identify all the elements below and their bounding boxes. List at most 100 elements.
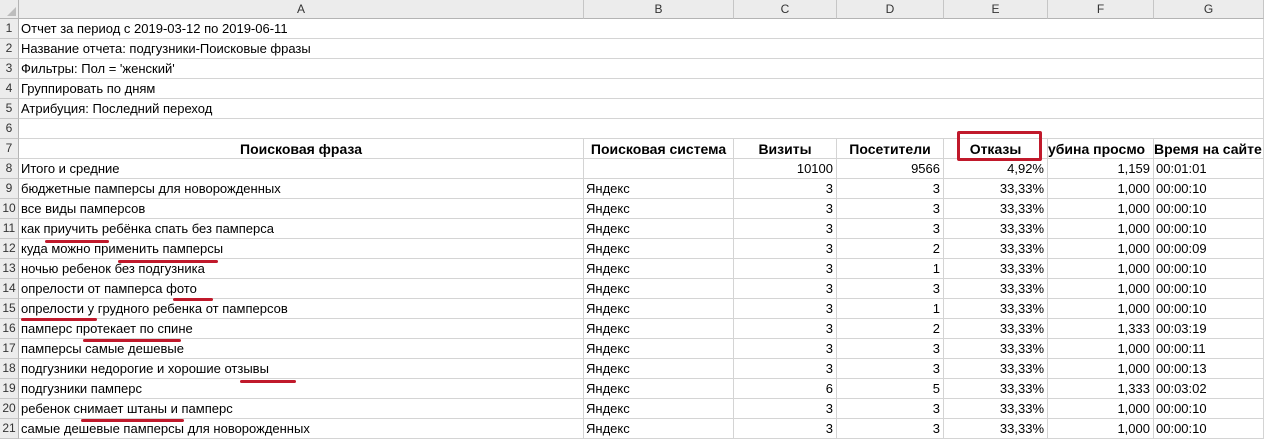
header-depth[interactable]: убина просмо <box>1048 139 1154 159</box>
column-header-e[interactable]: E <box>944 0 1048 19</box>
depth-cell[interactable]: 1,000 <box>1048 239 1154 259</box>
row-header[interactable]: 18 <box>0 359 19 379</box>
time-cell[interactable]: 00:00:10 <box>1154 219 1264 239</box>
report-info-cell[interactable] <box>19 119 1264 139</box>
visitors-cell[interactable]: 3 <box>837 399 944 419</box>
bounce-cell[interactable]: 33,33% <box>944 259 1048 279</box>
phrase-cell[interactable]: памперс протекает по спине <box>19 319 584 339</box>
phrase-cell[interactable]: опрелости у грудного ребенка от памперсо… <box>19 299 584 319</box>
phrase-cell[interactable]: памперсы самые дешевые <box>19 339 584 359</box>
engine-cell[interactable]: Яндекс <box>584 319 734 339</box>
phrase-cell[interactable]: самые дешевые памперсы для новорожденных <box>19 419 584 439</box>
depth-cell[interactable]: 1,333 <box>1048 319 1154 339</box>
row-header[interactable]: 2 <box>0 39 19 59</box>
row-header[interactable]: 21 <box>0 419 19 439</box>
row-header[interactable]: 6 <box>0 119 19 139</box>
phrase-cell[interactable]: все виды памперсов <box>19 199 584 219</box>
depth-cell[interactable]: 1,000 <box>1048 339 1154 359</box>
time-cell[interactable]: 00:00:10 <box>1154 299 1264 319</box>
bounce-cell[interactable]: 33,33% <box>944 359 1048 379</box>
visits-cell[interactable]: 3 <box>734 359 837 379</box>
engine-cell[interactable]: Яндекс <box>584 339 734 359</box>
time-cell[interactable]: 00:00:10 <box>1154 179 1264 199</box>
engine-cell[interactable]: Яндекс <box>584 379 734 399</box>
phrase-cell[interactable]: как приучить ребёнка спать без памперса <box>19 219 584 239</box>
bounce-cell[interactable]: 33,33% <box>944 379 1048 399</box>
report-info-cell[interactable]: Название отчета: подгузники-Поисковые фр… <box>19 39 1264 59</box>
column-header-d[interactable]: D <box>837 0 944 19</box>
time-cell[interactable]: 00:03:19 <box>1154 319 1264 339</box>
row-header[interactable]: 13 <box>0 259 19 279</box>
header-visitors[interactable]: Посетители <box>837 139 944 159</box>
bounce-cell[interactable]: 4,92% <box>944 159 1048 179</box>
visits-cell[interactable]: 3 <box>734 399 837 419</box>
visitors-cell[interactable]: 1 <box>837 299 944 319</box>
depth-cell[interactable]: 1,159 <box>1048 159 1154 179</box>
phrase-cell[interactable]: подгузники недорогие и хорошие отзывы <box>19 359 584 379</box>
row-header[interactable]: 4 <box>0 79 19 99</box>
row-header[interactable]: 3 <box>0 59 19 79</box>
depth-cell[interactable]: 1,000 <box>1048 199 1154 219</box>
depth-cell[interactable]: 1,000 <box>1048 259 1154 279</box>
bounce-cell[interactable]: 33,33% <box>944 419 1048 439</box>
engine-cell[interactable]: Яндекс <box>584 199 734 219</box>
row-header[interactable]: 15 <box>0 299 19 319</box>
engine-cell[interactable]: Яндекс <box>584 299 734 319</box>
visits-cell[interactable]: 10100 <box>734 159 837 179</box>
visits-cell[interactable]: 3 <box>734 179 837 199</box>
phrase-cell[interactable]: подгузники памперс <box>19 379 584 399</box>
depth-cell[interactable]: 1,000 <box>1048 179 1154 199</box>
time-cell[interactable]: 00:00:10 <box>1154 399 1264 419</box>
report-info-cell[interactable]: Отчет за период с 2019-03-12 по 2019-06-… <box>19 19 1264 39</box>
visitors-cell[interactable]: 5 <box>837 379 944 399</box>
row-header[interactable]: 19 <box>0 379 19 399</box>
phrase-cell[interactable]: опрелости от памперса фото <box>19 279 584 299</box>
depth-cell[interactable]: 1,000 <box>1048 219 1154 239</box>
engine-cell[interactable]: Яндекс <box>584 279 734 299</box>
bounce-cell[interactable]: 33,33% <box>944 219 1048 239</box>
visitors-cell[interactable]: 3 <box>837 179 944 199</box>
visitors-cell[interactable]: 3 <box>837 219 944 239</box>
row-header[interactable]: 5 <box>0 99 19 119</box>
visitors-cell[interactable]: 2 <box>837 239 944 259</box>
depth-cell[interactable]: 1,000 <box>1048 299 1154 319</box>
spreadsheet-grid[interactable]: A B C D E F G 1 Отчет за период с 2019-03-12 по … <box>0 0 1264 440</box>
header-search-phrase[interactable]: Поисковая фраза <box>19 139 584 159</box>
column-header-g[interactable]: G <box>1154 0 1264 19</box>
engine-cell[interactable]: Яндекс <box>584 219 734 239</box>
depth-cell[interactable]: 1,000 <box>1048 399 1154 419</box>
depth-cell[interactable]: 1,333 <box>1048 379 1154 399</box>
time-cell[interactable]: 00:01:01 <box>1154 159 1264 179</box>
engine-cell[interactable]: Яндекс <box>584 419 734 439</box>
bounce-cell[interactable]: 33,33% <box>944 199 1048 219</box>
row-header[interactable]: 16 <box>0 319 19 339</box>
time-cell[interactable]: 00:00:10 <box>1154 259 1264 279</box>
column-header-b[interactable]: B <box>584 0 734 19</box>
depth-cell[interactable]: 1,000 <box>1048 279 1154 299</box>
bounce-cell[interactable]: 33,33% <box>944 339 1048 359</box>
engine-cell[interactable]: Яндекс <box>584 239 734 259</box>
column-header-a[interactable]: A <box>19 0 584 19</box>
visitors-cell[interactable]: 3 <box>837 359 944 379</box>
visitors-cell[interactable]: 3 <box>837 419 944 439</box>
row-header[interactable]: 20 <box>0 399 19 419</box>
visits-cell[interactable]: 3 <box>734 219 837 239</box>
report-info-cell[interactable]: Фильтры: Пол = 'женский' <box>19 59 1264 79</box>
column-header-f[interactable]: F <box>1048 0 1154 19</box>
engine-cell[interactable] <box>584 159 734 179</box>
bounce-cell[interactable]: 33,33% <box>944 399 1048 419</box>
time-cell[interactable]: 00:00:10 <box>1154 279 1264 299</box>
phrase-cell[interactable]: ребенок снимает штаны и памперс <box>19 399 584 419</box>
row-header[interactable]: 17 <box>0 339 19 359</box>
row-header[interactable]: 9 <box>0 179 19 199</box>
header-visits[interactable]: Визиты <box>734 139 837 159</box>
bounce-cell[interactable]: 33,33% <box>944 279 1048 299</box>
visits-cell[interactable]: 3 <box>734 419 837 439</box>
bounce-cell[interactable]: 33,33% <box>944 239 1048 259</box>
row-header[interactable]: 1 <box>0 19 19 39</box>
time-cell[interactable]: 00:00:10 <box>1154 419 1264 439</box>
depth-cell[interactable]: 1,000 <box>1048 359 1154 379</box>
visits-cell[interactable]: 3 <box>734 319 837 339</box>
depth-cell[interactable]: 1,000 <box>1048 419 1154 439</box>
time-cell[interactable]: 00:03:02 <box>1154 379 1264 399</box>
